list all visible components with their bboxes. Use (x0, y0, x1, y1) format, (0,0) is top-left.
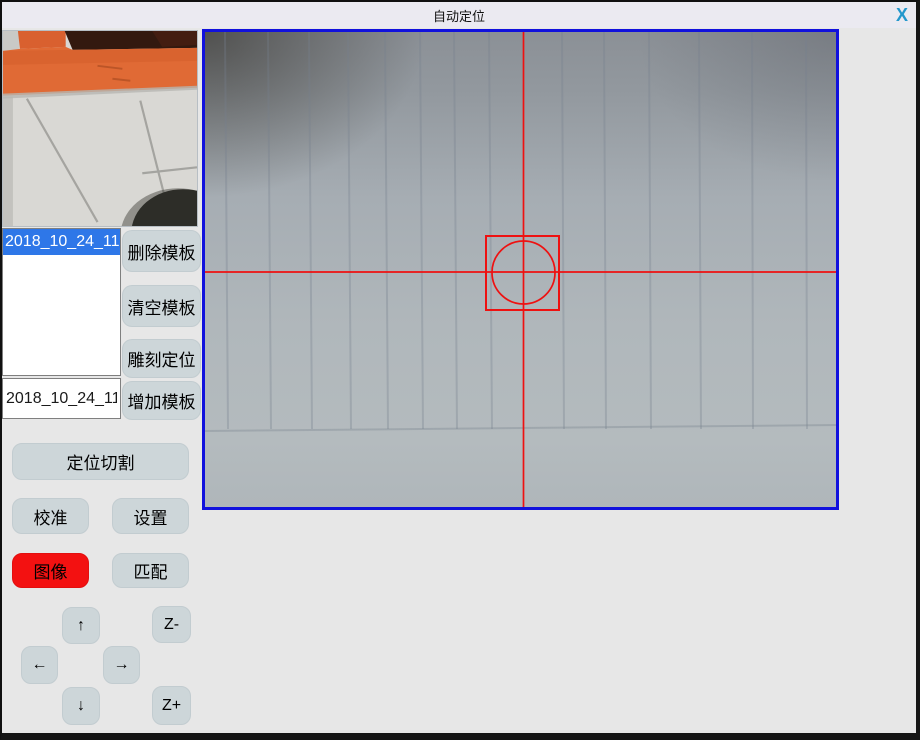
image-button[interactable]: 图像 (12, 553, 89, 588)
jog-up-button[interactable]: ↑ (62, 607, 100, 644)
template-thumbnail (2, 30, 198, 227)
jog-z-minus-button[interactable]: Z- (152, 606, 191, 643)
camera-view (202, 29, 839, 510)
settings-button[interactable]: 设置 (112, 498, 189, 534)
calibrate-button[interactable]: 校准 (12, 498, 89, 534)
match-button[interactable]: 匹配 (112, 553, 189, 588)
add-template-button[interactable]: 增加模板 (122, 381, 201, 420)
title-bar: 自动定位 (2, 2, 916, 28)
camera-feed-image (205, 32, 836, 507)
window-title: 自动定位 (433, 6, 485, 25)
close-icon[interactable]: X (890, 4, 914, 26)
clear-templates-button[interactable]: 清空模板 (122, 285, 201, 327)
template-thumbnail-image (3, 31, 197, 226)
position-cut-button[interactable]: 定位切割 (12, 443, 189, 480)
jog-right-button[interactable]: → (103, 646, 140, 684)
engrave-position-button[interactable]: 雕刻定位 (122, 339, 201, 378)
jog-left-button[interactable]: ← (21, 646, 58, 684)
template-list-item[interactable]: 2018_10_24_11 (3, 229, 120, 255)
template-list: 2018_10_24_11 (2, 228, 121, 376)
auto-positioning-window: 自动定位 X (0, 0, 920, 740)
jog-z-plus-button[interactable]: Z+ (152, 686, 191, 725)
jog-down-button[interactable]: ↓ (62, 687, 100, 725)
template-name-input[interactable] (2, 378, 121, 419)
delete-template-button[interactable]: 删除模板 (122, 230, 201, 272)
